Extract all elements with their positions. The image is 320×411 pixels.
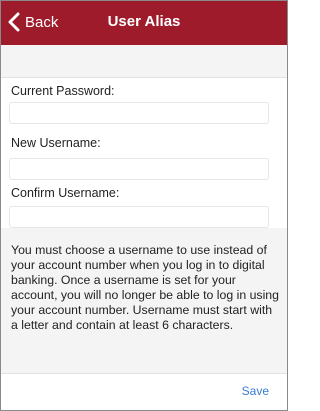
page-title: User Alias xyxy=(107,13,181,30)
username-instructions: You must choose a username to use instea… xyxy=(11,243,279,332)
alias-form: Current Password: New Username: Confirm … xyxy=(1,77,287,228)
current-password-label: Current Password: xyxy=(11,84,115,98)
confirm-username-field[interactable] xyxy=(9,206,269,228)
navigation-bar: Back User Alias xyxy=(1,1,287,45)
save-button[interactable]: Save xyxy=(242,384,269,398)
app-screen: Back User Alias Current Password: New Us… xyxy=(0,0,288,411)
footer-bar: Save xyxy=(1,373,287,410)
confirm-username-label: Confirm Username: xyxy=(11,186,120,200)
header-spacer xyxy=(1,45,287,77)
current-password-field[interactable] xyxy=(9,102,269,124)
username-info-panel: You must choose a username to use instea… xyxy=(1,235,287,365)
new-username-label: New Username: xyxy=(11,136,101,150)
new-username-field[interactable] xyxy=(9,158,269,180)
